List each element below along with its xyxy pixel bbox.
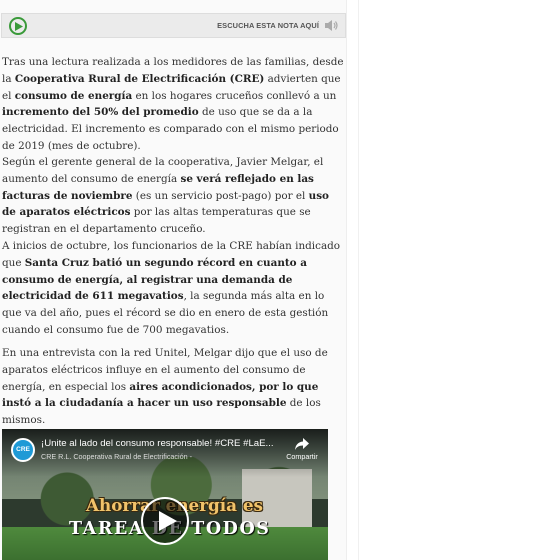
- right-sidebar: [358, 0, 560, 560]
- article-paragraph-1: Tras una lectura realizada a los medidor…: [2, 56, 344, 152]
- audio-player-bar[interactable]: ESCUCHA ESTA NOTA AQUÍ: [1, 13, 346, 38]
- play-circle-icon[interactable]: [9, 17, 27, 35]
- article-paragraph-3: A inicios de octubre, los funcionarios d…: [2, 240, 341, 336]
- share-label: Compartir: [286, 452, 318, 461]
- article-paragraph-4: En una entrevista con la red Unitel, Mel…: [2, 347, 328, 427]
- video-channel-name[interactable]: CRE R.L. Cooperativa Rural de Electrific…: [41, 452, 281, 461]
- video-title[interactable]: ¡Unite al lado del consumo responsable! …: [41, 438, 281, 449]
- channel-logo[interactable]: CRE: [11, 438, 35, 462]
- article-paragraph-2: Según el gerente general de la cooperati…: [2, 156, 329, 236]
- video-play-icon[interactable]: [141, 497, 189, 545]
- share-arrow-icon: [295, 438, 309, 450]
- speaker-icon[interactable]: [324, 19, 338, 32]
- share-button[interactable]: Compartir: [282, 437, 322, 461]
- audio-label: ESCUCHA ESTA NOTA AQUÍ: [217, 21, 319, 30]
- article-column: ESCUCHA ESTA NOTA AQUÍ Tras una lectura …: [0, 0, 347, 560]
- embedded-video[interactable]: CRE ¡Unite al lado del consumo responsab…: [2, 429, 328, 560]
